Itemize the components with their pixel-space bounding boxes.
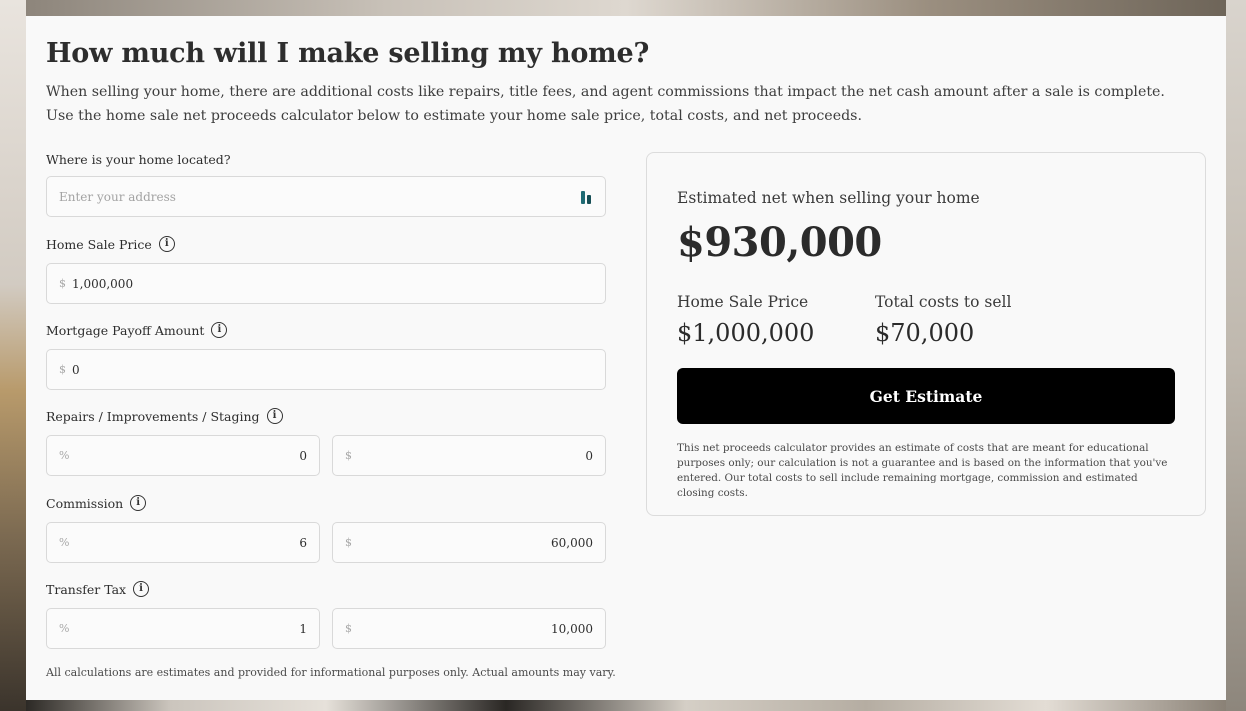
- info-icon[interactable]: i: [130, 495, 147, 511]
- transfer-tax-dollar-field[interactable]: $ 10,000: [332, 608, 606, 649]
- info-icon[interactable]: i: [266, 408, 283, 424]
- repairs-label: Repairs / Improvements / Staging i: [46, 408, 283, 424]
- background-photo-left: [0, 0, 26, 711]
- transfer-tax-percent-input[interactable]: 1: [75, 622, 307, 636]
- transfer-tax-label: Transfer Tax i: [46, 581, 150, 597]
- repairs-label-text: Repairs / Improvements / Staging: [46, 408, 260, 424]
- summary-total-costs-value: $70,000: [875, 319, 975, 347]
- address-label: Where is your home located?: [46, 152, 231, 167]
- sale-price-label: Home Sale Price i: [46, 236, 175, 252]
- address-field[interactable]: [46, 176, 606, 217]
- background-photo-right: [1226, 0, 1246, 711]
- repairs-percent-input[interactable]: 0: [75, 449, 307, 463]
- estimate-card: Estimated net when selling your home $93…: [646, 152, 1206, 516]
- calculator-panel: How much will I make selling my home? Wh…: [26, 16, 1226, 700]
- commission-percent-field[interactable]: % 6: [46, 522, 320, 563]
- sale-price-input[interactable]: 1,000,000: [72, 277, 593, 291]
- commission-label: Commission i: [46, 495, 147, 511]
- get-estimate-button[interactable]: Get Estimate: [677, 368, 1175, 424]
- sale-price-field[interactable]: $ 1,000,000: [46, 263, 606, 304]
- percent-prefix: %: [59, 622, 70, 635]
- map-pin-icon[interactable]: [581, 190, 593, 204]
- dollar-prefix: $: [345, 622, 352, 635]
- estimate-eyebrow: Estimated net when selling your home: [677, 189, 980, 207]
- dollar-prefix: $: [59, 363, 66, 376]
- footnote: All calculations are estimates and provi…: [46, 666, 616, 679]
- transfer-tax-percent-field[interactable]: % 1: [46, 608, 320, 649]
- mortgage-label: Mortgage Payoff Amount i: [46, 322, 228, 338]
- commission-percent-input[interactable]: 6: [75, 536, 307, 550]
- info-icon[interactable]: i: [211, 322, 228, 338]
- page-title: How much will I make selling my home?: [46, 38, 650, 69]
- mortgage-input[interactable]: 0: [72, 363, 593, 377]
- summary-sale-price-value: $1,000,000: [677, 319, 815, 347]
- info-icon[interactable]: i: [158, 236, 175, 252]
- address-label-text: Where is your home located?: [46, 152, 231, 167]
- percent-prefix: %: [59, 449, 70, 462]
- sale-price-label-text: Home Sale Price: [46, 236, 152, 252]
- dollar-prefix: $: [345, 449, 352, 462]
- estimate-disclaimer: This net proceeds calculator provides an…: [677, 442, 1168, 499]
- background-photo-top: [26, 0, 1226, 16]
- repairs-percent-field[interactable]: % 0: [46, 435, 320, 476]
- mortgage-label-text: Mortgage Payoff Amount: [46, 322, 205, 338]
- commission-dollar-field[interactable]: $ 60,000: [332, 522, 606, 563]
- summary-sale-price-label: Home Sale Price: [677, 293, 809, 311]
- repairs-dollar-field[interactable]: $ 0: [332, 435, 606, 476]
- address-input[interactable]: [59, 189, 581, 204]
- percent-prefix: %: [59, 536, 70, 549]
- repairs-dollar-input[interactable]: 0: [358, 449, 593, 463]
- intro-text: When selling your home, there are additi…: [46, 84, 1165, 124]
- info-icon[interactable]: i: [133, 581, 150, 597]
- transfer-tax-label-text: Transfer Tax: [46, 581, 127, 597]
- commission-dollar-input[interactable]: 60,000: [358, 536, 593, 550]
- summary-total-costs-label: Total costs to sell: [875, 293, 1012, 311]
- background-photo-bottom: [26, 700, 1226, 711]
- dollar-prefix: $: [59, 277, 66, 290]
- dollar-prefix: $: [345, 536, 352, 549]
- commission-label-text: Commission: [46, 495, 124, 511]
- transfer-tax-dollar-input[interactable]: 10,000: [358, 622, 593, 636]
- estimated-net-value: $930,000: [677, 219, 882, 266]
- mortgage-field[interactable]: $ 0: [46, 349, 606, 390]
